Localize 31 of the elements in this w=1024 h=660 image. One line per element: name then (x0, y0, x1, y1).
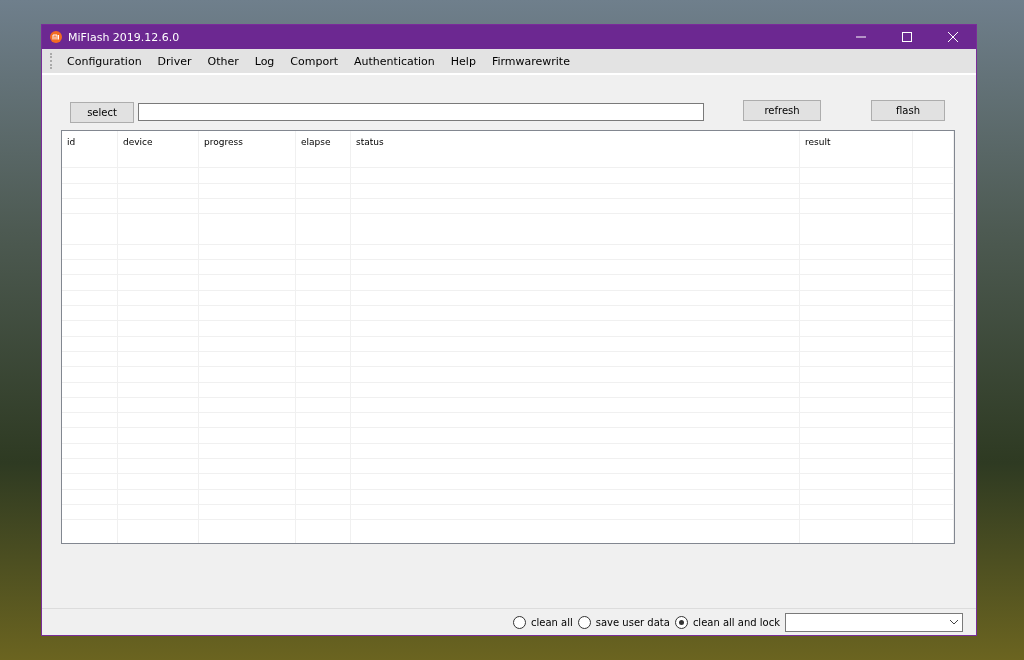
radio-option[interactable]: clean all and lock (674, 615, 780, 629)
menu-item[interactable]: Other (199, 54, 247, 68)
chevron-down-icon (950, 619, 958, 625)
column-header[interactable]: elapse (296, 131, 350, 153)
menu-item[interactable]: Help (442, 54, 484, 68)
column-header[interactable]: progress (199, 131, 295, 153)
select-button[interactable]: select (70, 102, 134, 123)
app-logo-icon (50, 31, 62, 43)
menu-item[interactable]: Driver (149, 54, 200, 68)
path-field[interactable] (138, 103, 704, 121)
radio-icon[interactable] (513, 615, 526, 629)
menu-item[interactable]: Comport (282, 54, 347, 68)
menu-item[interactable]: Configuration (59, 54, 150, 68)
column-header[interactable]: status (351, 131, 799, 153)
radio-option[interactable]: clean all (513, 615, 573, 629)
radio-option[interactable]: save user data (577, 615, 670, 629)
close-icon (948, 32, 958, 42)
refresh-button[interactable]: refresh (743, 100, 821, 121)
dropdown-field[interactable] (785, 612, 963, 632)
window-title: MiFlash 2019.12.6.0 (68, 30, 181, 44)
flash-button[interactable]: flash (871, 100, 945, 121)
radio-icon[interactable] (577, 615, 591, 629)
menu-item[interactable]: Log (246, 54, 283, 68)
menu-item[interactable]: Firmwarewrite (483, 54, 578, 68)
radio-icon[interactable] (674, 615, 688, 629)
menu-item[interactable]: Authentication (346, 54, 443, 68)
maximize-icon (902, 32, 912, 42)
column-header[interactable]: device (118, 131, 198, 153)
grip-icon (50, 53, 54, 69)
column-header[interactable]: result (800, 131, 912, 153)
column-header[interactable]: id (62, 131, 117, 153)
